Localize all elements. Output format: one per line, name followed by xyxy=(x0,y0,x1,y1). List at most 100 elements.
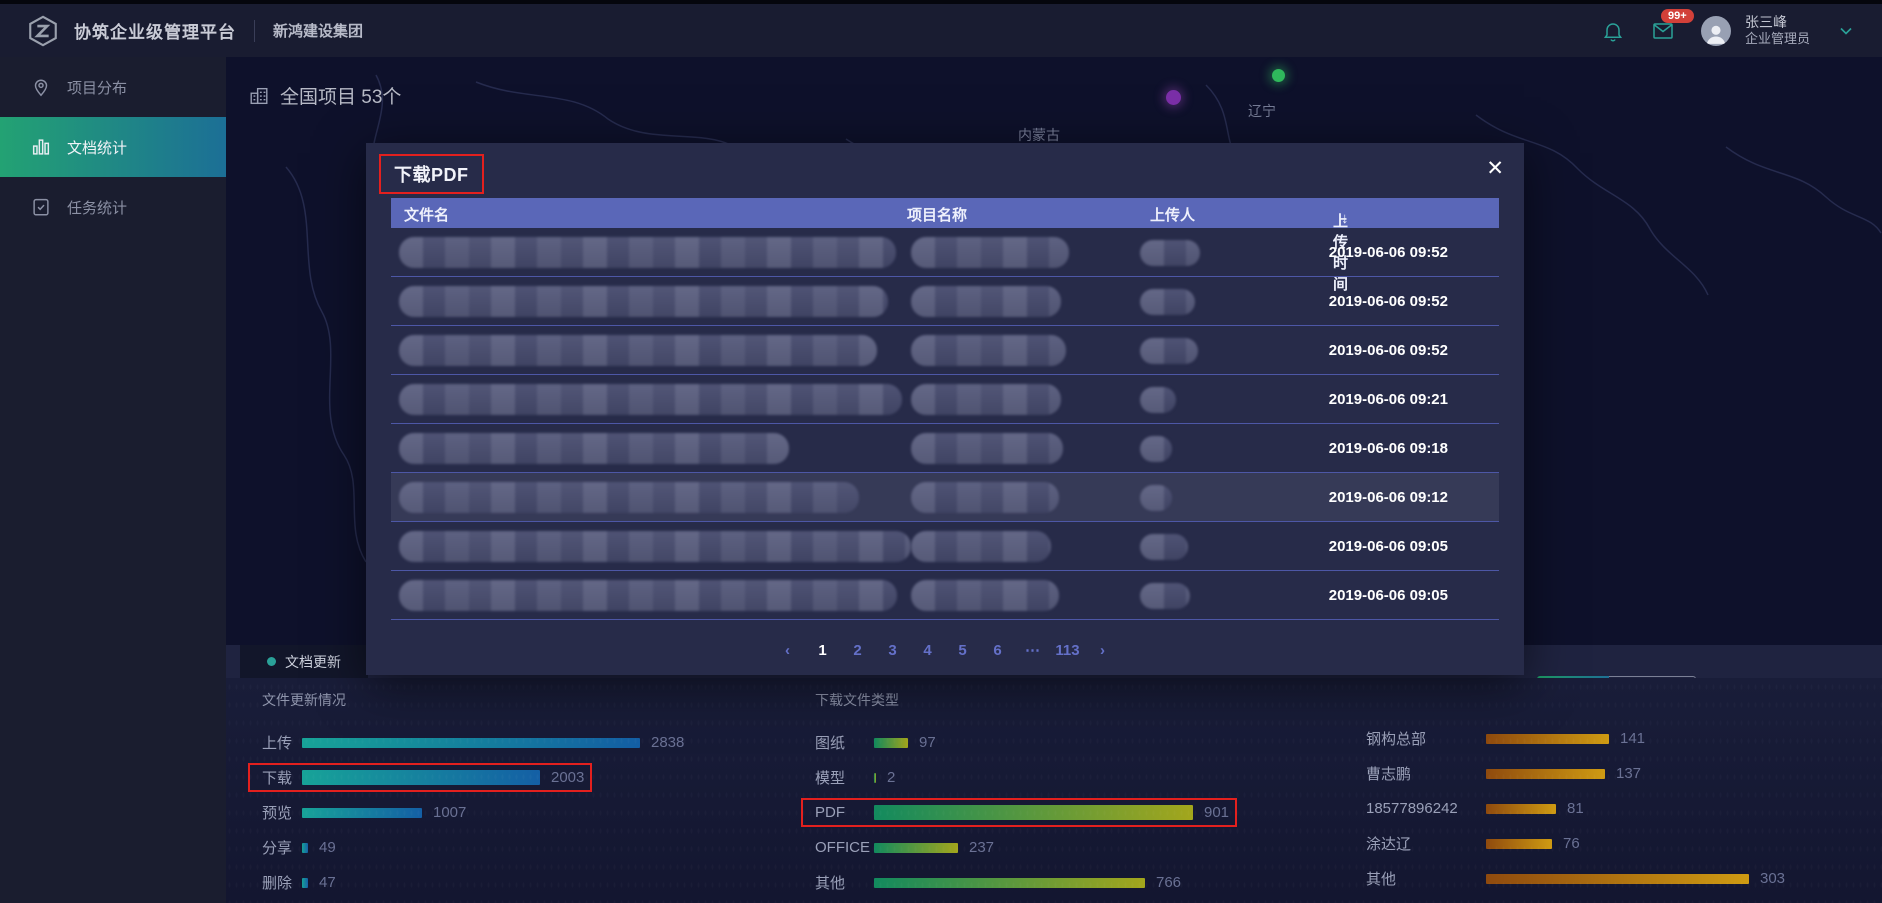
bar-label: 下载 xyxy=(262,767,302,788)
map-marker-green[interactable] xyxy=(1272,69,1285,82)
sidebar-menu: 项目分布文档统计任务统计 xyxy=(0,57,226,237)
header-divider xyxy=(254,20,255,42)
sidebar-item-项目分布[interactable]: 项目分布 xyxy=(0,57,226,117)
page-number[interactable]: 2 xyxy=(845,642,871,659)
notification-bell-icon[interactable] xyxy=(1601,19,1625,43)
bar-label: 其他 xyxy=(1366,868,1486,889)
org-name: 新鸿建设集团 xyxy=(273,20,363,41)
bar-label: OFFICE xyxy=(815,839,874,856)
bar-value: 2003 xyxy=(551,769,584,786)
bar-label: 预览 xyxy=(262,802,302,823)
redacted-project-name xyxy=(911,580,1059,611)
modal-title: 下载PDF xyxy=(394,165,469,185)
task-check-icon xyxy=(30,196,52,218)
page-number[interactable]: 113 xyxy=(1055,642,1081,659)
sidebar-item-label: 任务统计 xyxy=(67,197,127,218)
redacted-project-name xyxy=(911,286,1061,317)
bar-label: 钢构总部 xyxy=(1366,728,1486,749)
prev-page-button[interactable]: ‹ xyxy=(775,642,801,659)
tab-document-update[interactable]: 文档更新 xyxy=(240,645,368,678)
page-number[interactable]: 3 xyxy=(880,642,906,659)
bar[interactable] xyxy=(874,738,908,748)
building-icon xyxy=(248,85,270,107)
notification-badge: 99+ xyxy=(1661,9,1694,23)
chart-file-updates: 文件更新情况 上传2838下载2003预览1007分享49删除47 xyxy=(262,690,684,900)
project-count-label: 全国项目 53个 xyxy=(280,82,401,109)
bar-value: 766 xyxy=(1156,874,1181,891)
bar-value: 97 xyxy=(919,734,936,751)
bar[interactable] xyxy=(874,773,876,783)
bar-value: 81 xyxy=(1567,800,1584,817)
table-row[interactable]: 2019-06-06 09:12 xyxy=(391,473,1499,522)
redacted-project-name xyxy=(911,384,1061,415)
redacted-uploader xyxy=(1140,240,1200,266)
bar[interactable] xyxy=(302,843,308,853)
redacted-file-name xyxy=(399,482,859,513)
sort-descending-icon[interactable]: ↓ xyxy=(1341,210,1349,227)
close-icon[interactable]: ✕ xyxy=(1486,158,1504,179)
bar[interactable] xyxy=(874,843,958,853)
bar-label: 上传 xyxy=(262,732,302,753)
redacted-uploader xyxy=(1140,485,1172,511)
files-table: 文件名 项目名称 上传人 上传时间↓ 2019-06-06 09:522019-… xyxy=(391,198,1499,620)
bar-label: 图纸 xyxy=(815,732,874,753)
chevron-down-icon[interactable] xyxy=(1836,21,1856,41)
bar[interactable] xyxy=(1486,804,1556,814)
redacted-file-name xyxy=(399,335,877,366)
bar-label: 涂达辽 xyxy=(1366,833,1486,854)
table-row[interactable]: 2019-06-06 09:52 xyxy=(391,326,1499,375)
page-number[interactable]: 1 xyxy=(810,642,836,659)
bar[interactable] xyxy=(874,805,1193,820)
bar[interactable] xyxy=(302,808,422,818)
bar-row: 1857789624281 xyxy=(1366,791,1584,826)
sidebar-item-文档统计[interactable]: 文档统计 xyxy=(0,117,226,177)
bar[interactable] xyxy=(1486,839,1552,849)
page-number[interactable]: 4 xyxy=(915,642,941,659)
national-project-count: 全国项目 53个 xyxy=(248,82,401,109)
upload-time: 2019-06-06 09:52 xyxy=(1329,244,1448,261)
bar-label: 模型 xyxy=(815,767,874,788)
bar-label: PDF xyxy=(815,804,874,821)
bar[interactable] xyxy=(302,878,308,888)
upload-time: 2019-06-06 09:05 xyxy=(1329,587,1448,604)
bar-row: 钢构总部141 xyxy=(1366,721,1645,756)
redacted-uploader xyxy=(1140,436,1172,462)
bar-chart-icon xyxy=(30,136,52,158)
page-number[interactable]: 6 xyxy=(985,642,1011,659)
bar-value: 1007 xyxy=(433,804,466,821)
legend-label: 文档更新 xyxy=(285,652,341,672)
bar[interactable] xyxy=(1486,874,1749,884)
table-row[interactable]: 2019-06-06 09:05 xyxy=(391,522,1499,571)
upload-time: 2019-06-06 09:18 xyxy=(1329,440,1448,457)
table-row[interactable]: 2019-06-06 09:18 xyxy=(391,424,1499,473)
bar-value: 901 xyxy=(1204,804,1229,821)
page-number[interactable]: 5 xyxy=(950,642,976,659)
bar-row: 其他766 xyxy=(815,865,1181,900)
table-row[interactable]: 2019-06-06 09:52 xyxy=(391,228,1499,277)
sidebar-item-任务统计[interactable]: 任务统计 xyxy=(0,177,226,237)
bar-row: 下载 2003 xyxy=(262,760,584,795)
map-marker-purple[interactable] xyxy=(1166,90,1181,105)
bar-row: 模型2 xyxy=(815,760,895,795)
next-page-button[interactable]: › xyxy=(1090,642,1116,659)
chart-download-file-types: 下载文件类型 图纸97模型2PDF901OFFICE237其他766 xyxy=(815,690,1229,900)
legend-dot-icon xyxy=(267,657,276,666)
upload-time: 2019-06-06 09:12 xyxy=(1329,489,1448,506)
bar[interactable] xyxy=(874,878,1145,888)
avatar[interactable] xyxy=(1701,16,1731,46)
region-label: 辽宁 xyxy=(1248,101,1276,121)
chart-title: 下载文件类型 xyxy=(815,690,1229,712)
app-title: 协筑企业级管理平台 xyxy=(74,18,236,43)
redacted-file-name xyxy=(399,580,897,611)
redacted-project-name xyxy=(911,237,1069,268)
table-row[interactable]: 2019-06-06 09:52 xyxy=(391,277,1499,326)
bar[interactable] xyxy=(1486,734,1609,744)
table-row[interactable]: 2019-06-06 09:05 xyxy=(391,571,1499,620)
message-mail-icon[interactable]: 99+ xyxy=(1651,19,1675,43)
bar[interactable] xyxy=(302,770,540,785)
pagination: ‹123456⋯113› xyxy=(366,641,1524,659)
bar-row: 曹志鹏137 xyxy=(1366,756,1641,791)
bar[interactable] xyxy=(302,738,640,748)
bar[interactable] xyxy=(1486,769,1605,779)
table-row[interactable]: 2019-06-06 09:21 xyxy=(391,375,1499,424)
